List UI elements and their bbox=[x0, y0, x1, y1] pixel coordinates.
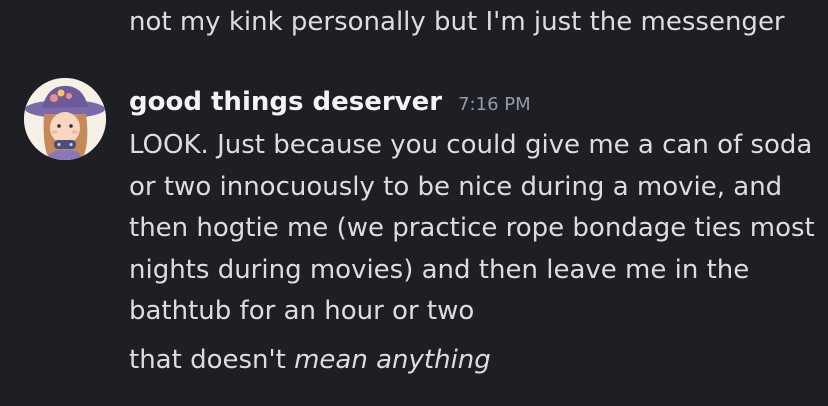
message-header: good things deserver 7:16 PM bbox=[129, 84, 531, 120]
username[interactable]: good things deserver bbox=[129, 84, 442, 120]
message-text: LOOK. Just because you could give me a c… bbox=[129, 130, 815, 326]
user-avatar-icon[interactable] bbox=[24, 78, 106, 160]
message-body: LOOK. Just because you could give me a c… bbox=[129, 125, 819, 333]
previous-message-text: not my kink personally but I'm just the … bbox=[129, 7, 785, 37]
timestamp[interactable]: 7:16 PM bbox=[458, 87, 531, 123]
followup-text: that doesn't bbox=[129, 345, 295, 375]
followup-italic-text: mean anything bbox=[294, 345, 491, 375]
followup-message: that doesn't mean anything bbox=[129, 341, 491, 379]
